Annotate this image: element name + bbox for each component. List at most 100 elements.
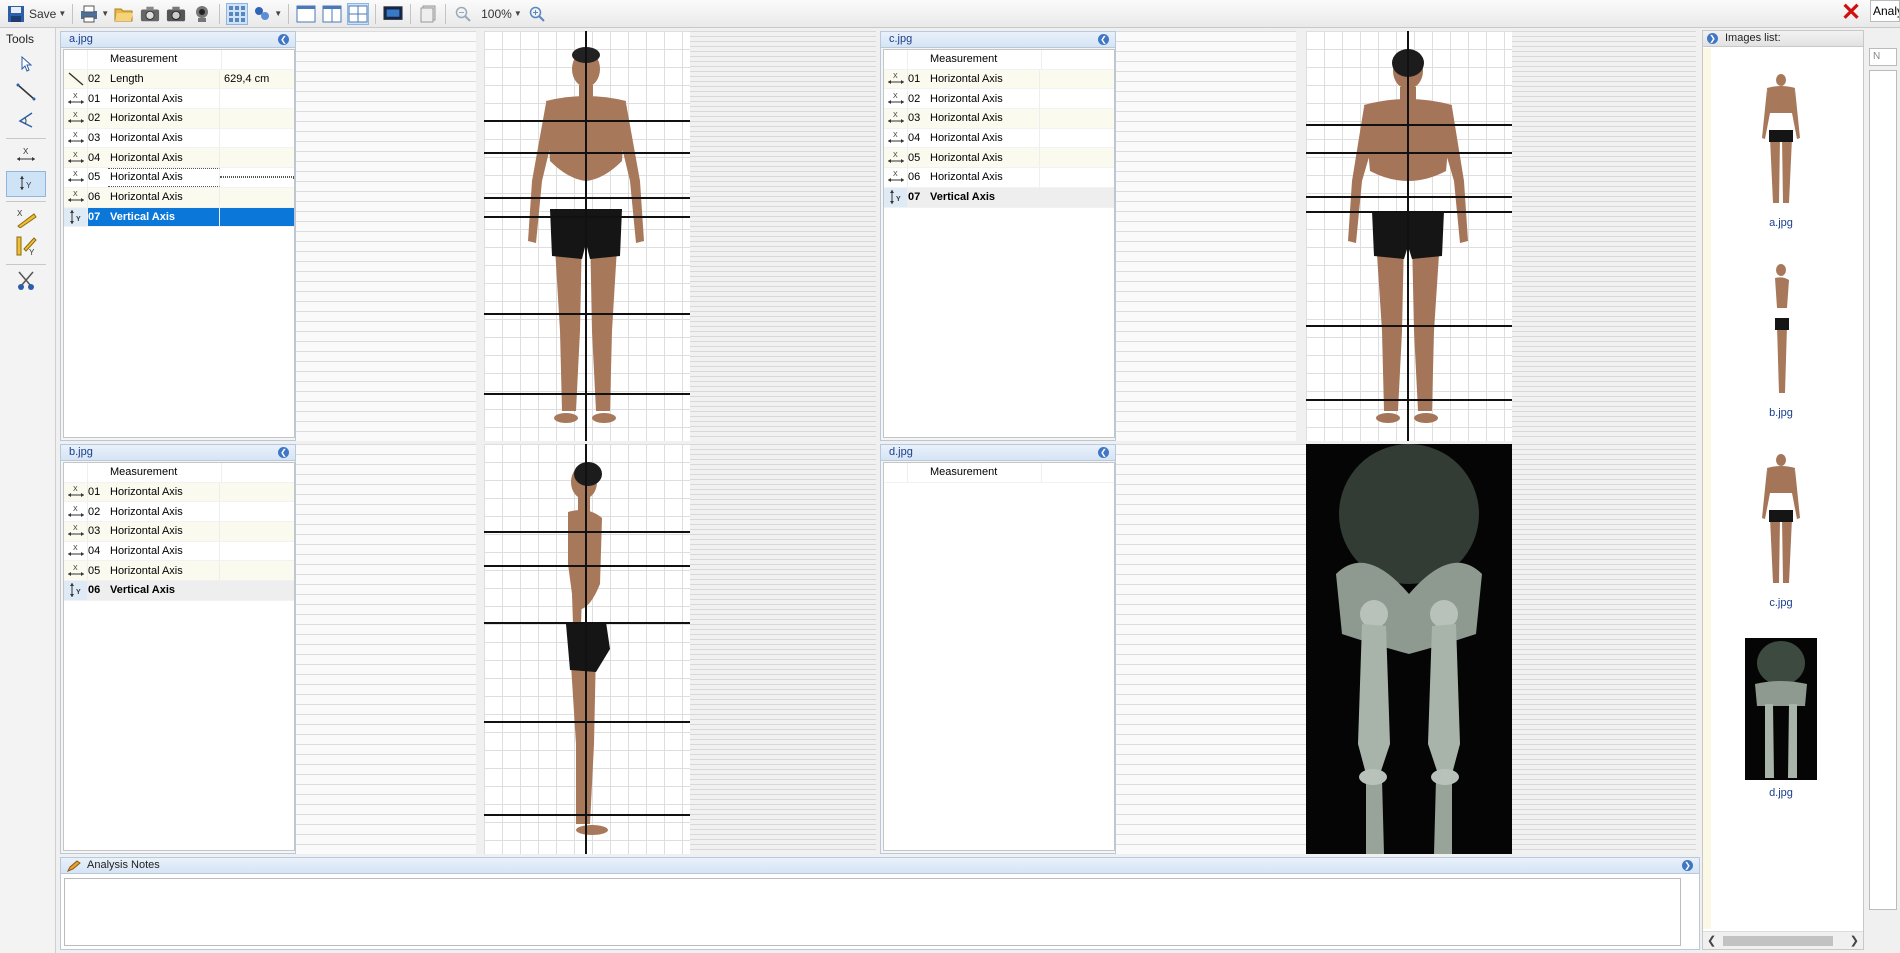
vertical-axis-line[interactable] xyxy=(1407,31,1409,441)
table-row[interactable]: X 02 Horizontal Axis xyxy=(884,89,1114,110)
horizontal-axis-line[interactable] xyxy=(484,814,690,816)
collapse-icon[interactable]: ❮ xyxy=(1098,447,1109,458)
table-row[interactable]: X 05 Horizontal Axis xyxy=(64,561,294,582)
webcam-button[interactable] xyxy=(191,3,213,25)
table-row[interactable]: 02 Length 629,4 cm xyxy=(64,69,294,90)
layout-quad-button[interactable] xyxy=(347,2,370,25)
fullscreen-button[interactable] xyxy=(382,3,404,25)
chevron-down-icon[interactable]: ▼ xyxy=(101,9,109,18)
image-canvas-c[interactable] xyxy=(1306,31,1512,441)
save-button[interactable]: Save ▼ xyxy=(6,3,66,25)
open-folder-button[interactable] xyxy=(113,3,135,25)
chevron-left-icon[interactable]: ❮ xyxy=(1707,934,1716,947)
chevron-down-icon[interactable]: ▼ xyxy=(274,9,282,18)
horizontal-axis-line[interactable] xyxy=(1306,124,1512,126)
horizontal-axis-tool[interactable]: X xyxy=(6,143,46,169)
report-button[interactable] xyxy=(417,3,439,25)
table-row[interactable]: X 02 Horizontal Axis xyxy=(64,502,294,523)
chevron-right-icon[interactable]: ❯ xyxy=(1850,934,1859,947)
table-row[interactable]: X 05 Horizontal Axis xyxy=(64,168,294,188)
image-thumbnail-d[interactable]: d.jpg xyxy=(1743,638,1819,799)
print-button[interactable]: ▼ xyxy=(79,3,109,25)
capture-alt-button[interactable] xyxy=(165,3,187,25)
image-thumbnail-b[interactable]: b.jpg xyxy=(1743,258,1819,419)
horizontal-axis-line[interactable] xyxy=(484,393,690,395)
image-canvas-b[interactable] xyxy=(484,444,690,854)
table-row[interactable]: X 03 Horizontal Axis xyxy=(64,128,294,149)
vertical-axis-tool[interactable]: Y xyxy=(6,171,46,197)
table-row[interactable]: Y 07 Vertical Axis xyxy=(884,187,1114,208)
analysis-tab[interactable]: Analy xyxy=(1870,0,1900,22)
scrollbar-thumb[interactable] xyxy=(1723,936,1833,946)
collapse-icon[interactable]: ❮ xyxy=(278,34,289,45)
length-tool[interactable] xyxy=(6,80,46,106)
analysis-select[interactable]: N xyxy=(1869,48,1897,66)
horizontal-axis-line[interactable] xyxy=(484,721,690,723)
collapse-icon[interactable]: ❮ xyxy=(278,447,289,458)
measurement-table: Measurement X 01 Horizontal Axis X 02 Ho… xyxy=(883,49,1115,438)
horizontal-axis-line[interactable] xyxy=(1306,196,1512,198)
horizontal-axis-line[interactable] xyxy=(484,531,690,533)
table-row[interactable]: X 04 Horizontal Axis xyxy=(884,128,1114,149)
horizontal-axis-line[interactable] xyxy=(484,152,690,154)
horizontal-axis-line[interactable] xyxy=(484,622,690,624)
horizontal-axis-line[interactable] xyxy=(484,120,690,122)
pointer-icon xyxy=(18,55,34,75)
calibrate-x-tool[interactable]: X xyxy=(6,206,46,232)
horizontal-axis-line[interactable] xyxy=(484,197,690,199)
image-canvas-a[interactable] xyxy=(484,31,690,441)
row-name: Horizontal Axis xyxy=(928,69,1040,89)
zoom-in-button[interactable] xyxy=(526,3,548,25)
vertical-axis-line[interactable] xyxy=(585,444,587,854)
vertical-axis-line[interactable] xyxy=(585,31,587,441)
row-name: Vertical Axis xyxy=(108,207,220,227)
calibrate-y-tool[interactable]: Y xyxy=(6,234,46,260)
capture-button[interactable] xyxy=(139,3,161,25)
analysis-notes-textarea[interactable] xyxy=(64,878,1681,946)
collapse-icon[interactable]: ❯ xyxy=(1682,860,1693,871)
table-row[interactable]: X 06 Horizontal Axis xyxy=(884,168,1114,188)
table-row[interactable]: X 06 Horizontal Axis xyxy=(64,187,294,208)
images-list-scrollbar[interactable]: ❮ ❯ xyxy=(1703,931,1863,949)
image-thumbnail-c[interactable]: c.jpg xyxy=(1743,448,1819,609)
horizontal-axis-line[interactable] xyxy=(1306,211,1512,213)
toolbar-divider xyxy=(375,3,377,24)
table-row[interactable]: X 03 Horizontal Axis xyxy=(884,109,1114,129)
table-row[interactable]: X 01 Horizontal Axis xyxy=(64,482,294,503)
angle-tool[interactable] xyxy=(6,108,46,134)
zoom-out-button[interactable] xyxy=(452,3,474,25)
table-row[interactable]: X 02 Horizontal Axis xyxy=(64,109,294,129)
row-number: 04 xyxy=(88,545,101,558)
horizontal-axis-line[interactable] xyxy=(484,313,690,315)
notes-scrollbar[interactable] xyxy=(1683,878,1697,946)
horizontal-axis-line[interactable] xyxy=(1306,399,1512,401)
zoom-level-select[interactable]: 100% ▼ xyxy=(478,3,522,25)
row-name: Length xyxy=(108,69,220,89)
table-row[interactable]: X 05 Horizontal Axis xyxy=(884,148,1114,169)
monitor-icon xyxy=(383,4,403,24)
collapse-icon[interactable]: ❮ xyxy=(1098,34,1109,45)
image-thumbnail-a[interactable]: a.jpg xyxy=(1743,68,1819,229)
table-row[interactable]: X 04 Horizontal Axis xyxy=(64,148,294,169)
table-row-selected[interactable]: Y 07 Vertical Axis xyxy=(64,207,294,228)
layout-single-button[interactable] xyxy=(295,3,317,25)
horizontal-axis-icon: X xyxy=(64,187,88,207)
table-row[interactable]: X 01 Horizontal Axis xyxy=(884,69,1114,90)
grid-toggle-button[interactable] xyxy=(226,2,249,25)
image-canvas-d[interactable] xyxy=(1306,444,1512,854)
table-row[interactable]: X 04 Horizontal Axis xyxy=(64,541,294,562)
horizontal-axis-line[interactable] xyxy=(484,216,690,218)
horizontal-axis-line[interactable] xyxy=(1306,152,1512,154)
table-row[interactable]: Y 06 Vertical Axis xyxy=(64,581,294,601)
close-icon[interactable]: ✕ xyxy=(1840,1,1862,25)
cut-tool[interactable] xyxy=(6,269,46,295)
table-row[interactable]: X 03 Horizontal Axis xyxy=(64,522,294,542)
chevron-down-icon[interactable]: ▼ xyxy=(58,9,66,18)
collapse-icon[interactable]: ❯ xyxy=(1707,33,1718,44)
table-row[interactable]: X 01 Horizontal Axis xyxy=(64,89,294,110)
horizontal-axis-line[interactable] xyxy=(484,565,690,567)
color-button[interactable]: ▼ xyxy=(252,3,282,25)
layout-split-button[interactable] xyxy=(321,3,343,25)
select-tool[interactable] xyxy=(6,52,46,78)
horizontal-axis-line[interactable] xyxy=(1306,325,1512,327)
